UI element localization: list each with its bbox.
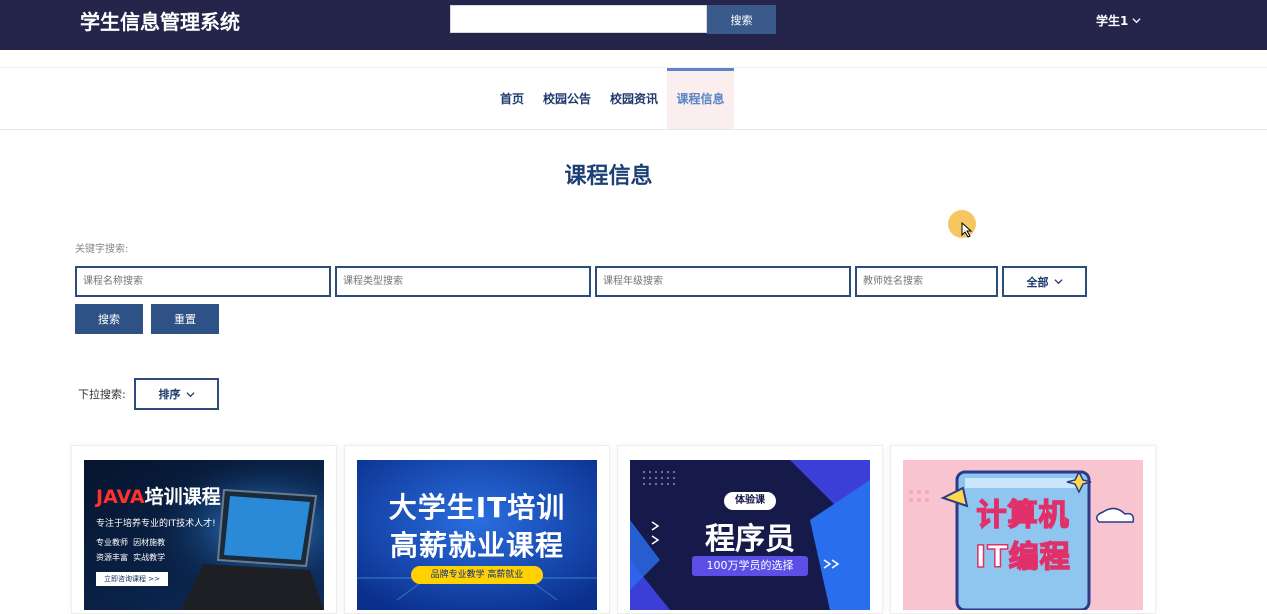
header-search-button[interactable]: 搜索 bbox=[707, 5, 776, 34]
card-badge: 体验课 bbox=[724, 492, 776, 510]
card-tag: 100万学员的选择 bbox=[692, 556, 808, 576]
user-name: 学生1 bbox=[1096, 14, 1129, 28]
keyword-search-label: 关键字搜索: bbox=[75, 244, 129, 255]
course-thumbnail-java: JAVA培训课程 专注于培养专业的IT技术人才! 专业教师 因材施教 资源丰富 … bbox=[84, 460, 324, 610]
nav-item-courses[interactable]: 课程信息 bbox=[667, 68, 734, 129]
course-card[interactable]: 体验课 程序员 100万学员的选择 bbox=[617, 445, 883, 614]
nav-item-home[interactable]: 首页 bbox=[496, 68, 528, 129]
course-card[interactable]: 计算机 IT编程 bbox=[890, 445, 1156, 614]
card-title: 程序员 bbox=[705, 522, 795, 557]
card-line2: 高薪就业课程 bbox=[389, 529, 564, 562]
mouse-cursor-icon bbox=[961, 222, 973, 238]
card-line2: IT编程 bbox=[974, 539, 1071, 576]
sort-select-value: 排序 bbox=[158, 388, 181, 401]
user-menu[interactable]: 学生1 bbox=[1096, 12, 1141, 29]
search-button[interactable]: 搜索 bbox=[75, 304, 143, 334]
scope-select-value: 全部 bbox=[1026, 275, 1049, 289]
nav-item-announcements[interactable]: 校园公告 bbox=[539, 68, 595, 129]
scope-select[interactable]: 全部 bbox=[1002, 266, 1087, 297]
header-search-input[interactable] bbox=[450, 5, 707, 33]
chevron-down-icon bbox=[185, 391, 195, 397]
course-name-search-input[interactable] bbox=[75, 266, 331, 297]
dropdown-search-label: 下拉搜索: bbox=[78, 388, 126, 401]
card-bullets: 专业教师 因材施教 资源丰富 实战教学 bbox=[96, 538, 166, 562]
card-subtitle: 专注于培养专业的IT技术人才! bbox=[96, 519, 216, 529]
app-title: 学生信息管理系统 bbox=[80, 10, 240, 34]
chevron-down-icon bbox=[1053, 279, 1063, 285]
top-header: 学生信息管理系统 搜索 学生1 bbox=[0, 0, 1267, 50]
course-thumbnail-programmer: 体验课 程序员 100万学员的选择 bbox=[630, 460, 870, 610]
course-grade-search-input[interactable] bbox=[595, 266, 851, 297]
nav-item-news[interactable]: 校园资讯 bbox=[606, 68, 662, 129]
card-cta: 立即咨询课程 >> bbox=[96, 572, 168, 586]
reset-button[interactable]: 重置 bbox=[151, 304, 219, 334]
course-thumbnail-it-training: 大学生IT培训 高薪就业课程 品牌专业教学 高薪就业 bbox=[357, 460, 597, 610]
teacher-name-search-input[interactable] bbox=[855, 266, 998, 297]
course-thumbnail-computer-programming: 计算机 IT编程 bbox=[903, 460, 1143, 610]
course-type-search-input[interactable] bbox=[335, 266, 591, 297]
chevron-down-icon bbox=[1132, 18, 1141, 24]
course-card[interactable]: 大学生IT培训 高薪就业课程 品牌专业教学 高薪就业 bbox=[344, 445, 610, 614]
card-line1: 计算机 bbox=[976, 497, 1070, 534]
card-tag: 品牌专业教学 高薪就业 bbox=[411, 566, 543, 584]
card-title: JAVA培训课程 bbox=[96, 486, 221, 508]
course-card[interactable]: JAVA培训课程 专注于培养专业的IT技术人才! 专业教师 因材施教 资源丰富 … bbox=[71, 445, 337, 614]
page-title: 课程信息 bbox=[564, 164, 653, 189]
card-line1: 大学生IT培训 bbox=[388, 491, 566, 524]
main-nav: 首页 校园公告 校园资讯 课程信息 bbox=[0, 68, 1267, 130]
sort-select[interactable]: 排序 bbox=[134, 378, 219, 410]
